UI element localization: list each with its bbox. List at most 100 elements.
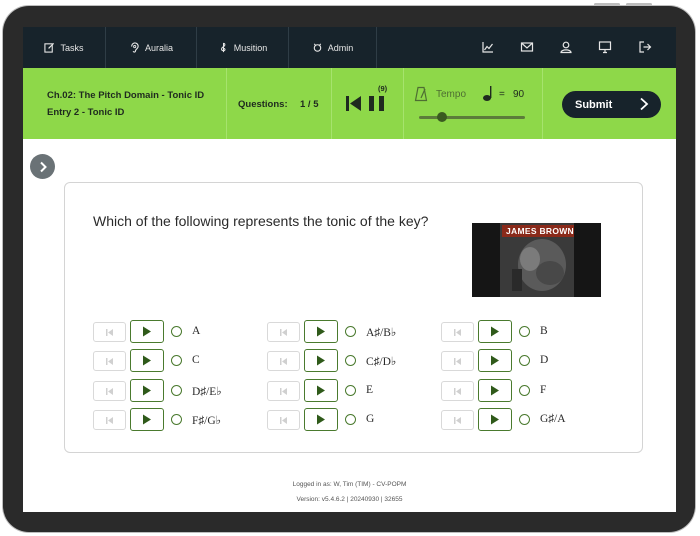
- answer-label: F♯/G♭: [192, 415, 222, 427]
- divider: [331, 68, 332, 139]
- restart-answer-button[interactable]: [267, 322, 300, 342]
- questions-label: Questions:: [238, 99, 288, 110]
- play-answer-button[interactable]: [130, 349, 164, 372]
- answer-radio[interactable]: [171, 385, 182, 396]
- tempo-label: Tempo: [436, 89, 467, 100]
- tempo-equals: =: [499, 89, 505, 100]
- play-answer-button[interactable]: [478, 379, 512, 402]
- play-icon: [143, 414, 151, 425]
- answer-label: G♯/A: [540, 413, 566, 425]
- play-count: (9): [378, 84, 388, 93]
- play-answer-button[interactable]: [304, 349, 338, 372]
- play-answer-button[interactable]: [130, 320, 164, 343]
- play-icon: [317, 326, 325, 337]
- logged-in-text: Logged in as: W, Tim (TIM) - CV-POPM: [292, 481, 407, 488]
- skip-back-icon: [106, 357, 113, 365]
- top-navigation: Tasks Auralia Musition Admin: [23, 27, 676, 68]
- task-subtitle: Entry 2 - Tonic ID: [47, 107, 125, 118]
- skip-back-icon: [280, 387, 287, 395]
- answer-radio[interactable]: [519, 355, 530, 366]
- admin-icon: [313, 43, 321, 52]
- skip-back-icon: [454, 328, 461, 336]
- pause-icon[interactable]: [368, 95, 386, 112]
- skip-back-icon: [106, 416, 113, 424]
- play-icon: [317, 355, 325, 366]
- answer-radio[interactable]: [519, 326, 530, 337]
- play-answer-button[interactable]: [478, 349, 512, 372]
- sidebar-toggle-button[interactable]: [30, 154, 55, 179]
- restart-answer-button[interactable]: [441, 322, 474, 342]
- restart-answer-button[interactable]: [267, 381, 300, 401]
- answer-radio[interactable]: [171, 326, 182, 337]
- treble-clef-icon: [220, 42, 226, 53]
- nav-musition-label: Musition: [233, 42, 268, 53]
- submit-label: Submit: [575, 98, 613, 111]
- answer-radio[interactable]: [171, 355, 182, 366]
- skip-back-icon: [454, 357, 461, 365]
- divider: [226, 68, 227, 139]
- answer-radio[interactable]: [345, 326, 356, 337]
- skip-back-icon: [280, 416, 287, 424]
- answer-radio[interactable]: [171, 414, 182, 425]
- tempo-slider-handle[interactable]: [437, 112, 447, 122]
- play-answer-button[interactable]: [304, 379, 338, 402]
- play-answer-button[interactable]: [478, 408, 512, 431]
- play-icon: [317, 385, 325, 396]
- answer-radio[interactable]: [519, 385, 530, 396]
- answer-radio[interactable]: [345, 385, 356, 396]
- restart-icon[interactable]: [345, 95, 363, 112]
- nav-musition[interactable]: Musition: [197, 27, 289, 68]
- restart-answer-button[interactable]: [93, 322, 126, 342]
- tablet-button: [594, 3, 620, 6]
- skip-back-icon: [106, 387, 113, 395]
- answer-label: F: [540, 384, 547, 396]
- play-answer-button[interactable]: [304, 320, 338, 343]
- tempo-slider-track[interactable]: [419, 116, 525, 119]
- play-answer-button[interactable]: [130, 379, 164, 402]
- play-icon: [143, 355, 151, 366]
- nav-admin[interactable]: Admin: [289, 27, 377, 68]
- restart-answer-button[interactable]: [93, 410, 126, 430]
- answer-radio[interactable]: [345, 414, 356, 425]
- restart-answer-button[interactable]: [267, 351, 300, 371]
- tablet-button: [626, 3, 652, 6]
- questions-count: 1 / 5: [300, 99, 319, 110]
- user-icon[interactable]: [559, 40, 573, 54]
- answer-label: A: [192, 325, 201, 337]
- skip-back-icon: [280, 357, 287, 365]
- tempo-value: 90: [513, 89, 525, 100]
- answer-radio[interactable]: [519, 414, 530, 425]
- nav-auralia[interactable]: Auralia: [106, 27, 197, 68]
- divider: [542, 68, 543, 139]
- play-answer-button[interactable]: [478, 320, 512, 343]
- question-text: Which of the following represents the to…: [93, 213, 429, 229]
- restart-answer-button[interactable]: [441, 351, 474, 371]
- play-icon: [491, 414, 499, 425]
- nav-auralia-label: Auralia: [144, 42, 173, 53]
- restart-answer-button[interactable]: [441, 381, 474, 401]
- nav-tasks[interactable]: Tasks: [23, 27, 106, 68]
- play-answer-button[interactable]: [130, 408, 164, 431]
- answer-label: C♯/D♭: [366, 356, 397, 368]
- ear-icon: [131, 42, 139, 53]
- monitor-icon[interactable]: [598, 40, 612, 54]
- task-bar: Ch.02: The Pitch Domain - Tonic ID Entry…: [23, 68, 676, 139]
- chart-icon[interactable]: [481, 40, 495, 54]
- answer-label: A♯/B♭: [366, 327, 397, 339]
- restart-answer-button[interactable]: [441, 410, 474, 430]
- restart-answer-button[interactable]: [93, 351, 126, 371]
- answer-label: D♯/E♭: [192, 386, 222, 398]
- answer-label: D: [540, 354, 549, 366]
- answer-label: B: [540, 325, 548, 337]
- submit-button[interactable]: Submit: [562, 91, 661, 118]
- logout-icon[interactable]: [638, 40, 652, 54]
- play-answer-button[interactable]: [304, 408, 338, 431]
- answer-radio[interactable]: [345, 355, 356, 366]
- restart-answer-button[interactable]: [267, 410, 300, 430]
- skip-back-icon: [280, 328, 287, 336]
- album-cover-image: JAMES BROWN: [472, 223, 601, 297]
- mail-icon[interactable]: [520, 40, 534, 54]
- skip-back-icon: [106, 328, 113, 336]
- restart-answer-button[interactable]: [93, 381, 126, 401]
- answer-label: G: [366, 413, 375, 425]
